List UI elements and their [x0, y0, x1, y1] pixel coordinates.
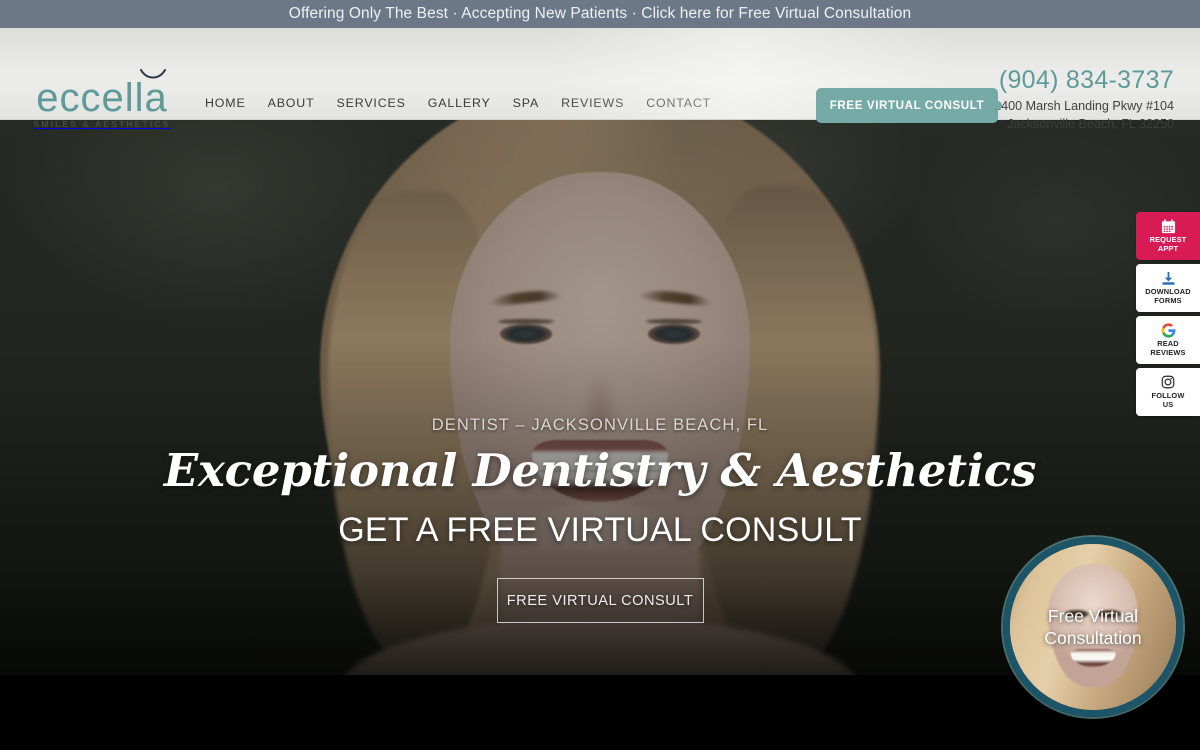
hero-title: Exceptional Dentistry & Aesthetics — [163, 444, 1037, 497]
nav-item-about[interactable]: ABOUT — [268, 96, 337, 110]
nav-item-contact[interactable]: CONTACT — [646, 96, 733, 110]
widget-read-reviews[interactable]: READ REVIEWS — [1136, 316, 1200, 364]
badge-text: Free Virtual Consultation — [1010, 544, 1176, 710]
widget-download-forms-label: DOWNLOAD FORMS — [1145, 286, 1191, 305]
announcement-bar[interactable]: Offering Only The Best · Accepting New P… — [0, 0, 1200, 28]
hero-eyebrow: DENTIST – JACKSONVILLE BEACH, FL — [431, 416, 769, 434]
widget-request-appt-label: REQUEST APPT — [1149, 234, 1187, 253]
download-icon — [1161, 271, 1176, 286]
google-g-icon — [1161, 323, 1176, 338]
badge-text-line-1: Free Virtual — [1047, 605, 1139, 626]
logo-wordmark: eccella — [36, 69, 168, 120]
site-logo[interactable]: eccella SMILES & AESTHETICS — [18, 69, 186, 129]
widget-download-forms[interactable]: DOWNLOAD FORMS — [1136, 264, 1200, 312]
main-navigation: HOME ABOUT SERVICES GALLERY SPA REVIEWS … — [205, 96, 733, 110]
header-contact-block: (904) 834-3737 1400 Marsh Landing Pkwy #… — [994, 66, 1174, 134]
address-line-2: Jacksonville Beach, FL 32250 — [1007, 116, 1174, 131]
smile-curve-icon — [139, 69, 166, 79]
header-free-virtual-consult-button[interactable]: FREE VIRTUAL CONSULT — [816, 88, 998, 123]
logo-tagline: SMILES & AESTHETICS — [33, 119, 171, 129]
nav-item-spa[interactable]: SPA — [513, 96, 561, 110]
site-header: eccella SMILES & AESTHETICS HOME ABOUT S… — [0, 28, 1200, 131]
address-line-1: 1400 Marsh Landing Pkwy #104 — [994, 98, 1174, 113]
side-widget-rail: REQUEST APPT DOWNLOAD FORMS READ REVIEWS… — [1136, 212, 1200, 416]
announcement-text: Offering Only The Best · Accepting New P… — [288, 5, 912, 22]
instagram-icon — [1161, 375, 1175, 390]
widget-follow-us[interactable]: FOLLOW US — [1136, 368, 1200, 416]
nav-item-services[interactable]: SERVICES — [337, 96, 428, 110]
nav-item-reviews[interactable]: REVIEWS — [561, 96, 646, 110]
widget-request-appt[interactable]: REQUEST APPT — [1136, 212, 1200, 260]
hero-free-virtual-consult-button[interactable]: FREE VIRTUAL CONSULT — [496, 578, 704, 624]
logo-wordmark-text: eccella — [36, 76, 168, 120]
cta-accent-dot — [993, 101, 1002, 110]
badge-text-line-2: Consultation — [1044, 628, 1142, 648]
nav-item-home[interactable]: HOME — [205, 96, 268, 110]
widget-follow-us-label: FOLLOW US — [1151, 390, 1185, 409]
widget-read-reviews-label: READ REVIEWS — [1150, 338, 1186, 357]
nav-item-gallery[interactable]: GALLERY — [428, 96, 513, 110]
calendar-icon — [1161, 219, 1176, 234]
free-virtual-consultation-badge[interactable]: Free Virtual Consultation — [1003, 537, 1183, 717]
phone-number-link[interactable]: (904) 834-3737 — [994, 66, 1174, 95]
